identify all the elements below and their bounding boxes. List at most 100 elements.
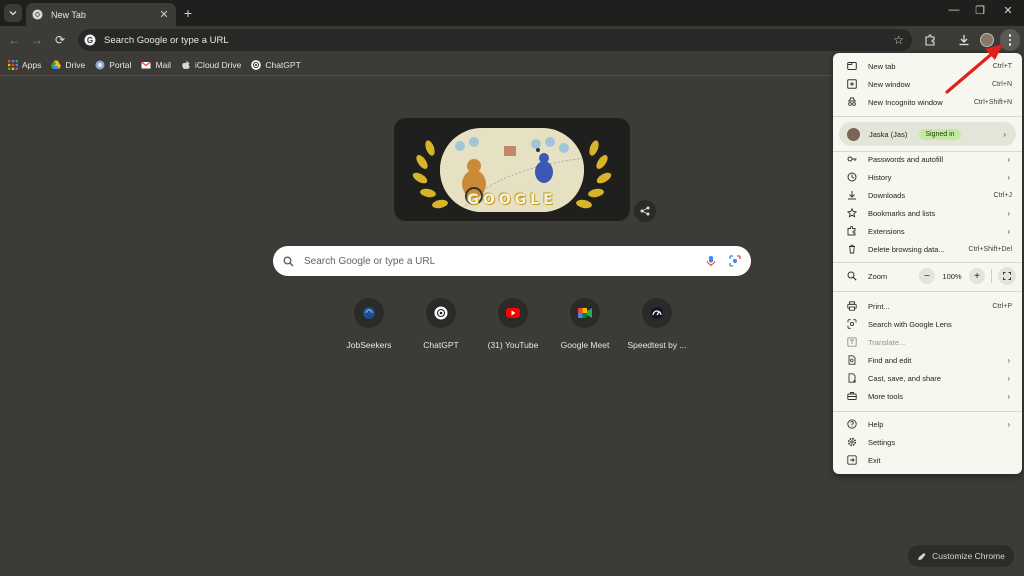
shortcut-jobseekers[interactable]: JobSeekers xyxy=(333,298,405,350)
kebab-menu-icon xyxy=(1008,34,1012,37)
close-window-button[interactable]: ✕ xyxy=(998,4,1018,17)
chevron-right-icon: › xyxy=(1007,208,1010,218)
pencil-icon xyxy=(918,552,926,560)
bookmark-portal[interactable]: Portal xyxy=(95,60,131,70)
chatgpt-icon xyxy=(251,59,262,70)
download-icon xyxy=(959,35,969,46)
restore-button[interactable]: ❐ xyxy=(970,4,990,17)
extension-icon xyxy=(847,226,856,236)
menu-item-delete-browsing-data[interactable]: Delete browsing data... Ctrl+Shift+Del xyxy=(833,240,1022,258)
doodle-share-button[interactable] xyxy=(634,200,656,222)
zoom-divider xyxy=(991,269,992,283)
zoom-out-button[interactable]: − xyxy=(919,268,935,284)
lens-icon xyxy=(847,319,857,329)
menu-item-help[interactable]: Help › xyxy=(833,415,1022,433)
chevron-down-icon xyxy=(9,11,17,16)
menu-item-exit[interactable]: Exit xyxy=(833,451,1022,469)
menu-item-google-lens[interactable]: Search with Google Lens xyxy=(833,315,1022,333)
downloads-button[interactable] xyxy=(956,32,972,48)
cast-icon xyxy=(848,373,856,383)
star-icon xyxy=(847,208,857,218)
ntp-search-box[interactable]: Search Google or type a URL xyxy=(273,246,751,276)
chevron-right-icon: › xyxy=(1007,419,1010,429)
bookmark-icloud-drive[interactable]: iCloud Drive xyxy=(181,60,241,70)
menu-item-cast-save-share[interactable]: Cast, save, and share › xyxy=(833,369,1022,387)
menu-item-new-window[interactable]: New window Ctrl+N xyxy=(833,75,1022,93)
shortcut-google-meet[interactable]: Google Meet xyxy=(549,298,621,350)
chevron-right-icon: › xyxy=(1003,129,1006,139)
menu-item-print[interactable]: Print... Ctrl+P xyxy=(833,297,1022,315)
menu-item-passwords[interactable]: Passwords and autofill › xyxy=(833,150,1022,168)
bookmark-star-icon[interactable]: ☆ xyxy=(893,33,904,47)
chrome-menu-button[interactable] xyxy=(1000,29,1020,51)
menu-item-new-tab[interactable]: New tab Ctrl+T xyxy=(833,57,1022,75)
menu-item-history[interactable]: History › xyxy=(833,168,1022,186)
shortcut-tiles: JobSeekers ChatGPT (31) YouTube Google M… xyxy=(333,298,693,350)
signed-in-badge: Signed in xyxy=(919,128,961,140)
bookmark-apps[interactable]: Apps xyxy=(8,59,41,70)
jobseekers-icon xyxy=(363,307,375,319)
search-icon xyxy=(283,256,294,267)
menu-item-settings[interactable]: Settings xyxy=(833,433,1022,451)
forward-button[interactable]: → xyxy=(28,31,46,49)
toolbar: ← → ⟳ G Search Google or type a URL ☆ xyxy=(0,26,1024,54)
extensions-button[interactable] xyxy=(922,32,938,48)
tab-new-tab[interactable]: New Tab ✕ xyxy=(26,3,176,26)
youtube-icon xyxy=(506,308,520,318)
bookmark-label: Portal xyxy=(109,59,132,70)
chrome-icon xyxy=(32,9,43,20)
avatar xyxy=(847,127,860,141)
menu-item-more-tools[interactable]: More tools › xyxy=(833,387,1022,405)
menu-item-extensions[interactable]: Extensions › xyxy=(833,222,1022,240)
profile-button[interactable] xyxy=(979,32,995,48)
ntp-search-placeholder: Search Google or type a URL xyxy=(304,255,436,267)
fullscreen-button[interactable] xyxy=(998,267,1016,285)
trash-icon xyxy=(849,244,855,254)
puzzle-icon xyxy=(925,34,935,46)
menu-item-downloads[interactable]: Downloads Ctrl+J xyxy=(833,186,1022,204)
back-button[interactable]: ← xyxy=(5,31,23,49)
customize-chrome-button[interactable]: Customize Chrome xyxy=(908,545,1014,567)
bookmark-chatgpt[interactable]: ChatGPT xyxy=(251,59,301,70)
new-tab-button[interactable]: + xyxy=(180,5,196,21)
shortcut-label: JobSeekers xyxy=(346,340,392,350)
shortcut-chatgpt[interactable]: ChatGPT xyxy=(405,298,477,350)
bookmark-label: Drive xyxy=(65,59,86,70)
chevron-right-icon: › xyxy=(1007,154,1010,164)
bookmark-mail[interactable]: Mail xyxy=(141,60,171,70)
address-bar[interactable]: G Search Google or type a URL ☆ xyxy=(78,29,912,51)
tab-title: New Tab xyxy=(51,9,86,20)
menu-divider xyxy=(833,411,1022,412)
tab-search-button[interactable] xyxy=(4,4,22,22)
menu-profile-row[interactable]: Jaska (Jas) Signed in › xyxy=(839,122,1016,146)
menu-item-find-and-edit[interactable]: Find and edit › xyxy=(833,351,1022,369)
bookmark-drive[interactable]: Drive xyxy=(51,60,85,70)
address-bar-text: Search Google or type a URL xyxy=(104,34,229,46)
svg-text:G: G xyxy=(87,36,93,45)
customize-chrome-label: Customize Chrome xyxy=(932,551,1005,561)
menu-divider xyxy=(833,291,1022,292)
exit-icon xyxy=(847,455,857,465)
download-icon xyxy=(848,191,856,200)
menu-item-bookmarks[interactable]: Bookmarks and lists › xyxy=(833,204,1022,222)
toolbox-icon xyxy=(847,392,857,400)
chatgpt-icon xyxy=(434,306,448,320)
key-icon xyxy=(847,156,857,162)
bookmark-label: iCloud Drive xyxy=(195,59,242,70)
chevron-right-icon: › xyxy=(1007,172,1010,182)
shortcut-youtube[interactable]: (31) YouTube xyxy=(477,298,549,350)
fullscreen-icon xyxy=(1003,272,1011,280)
profile-name: Jaska (Jas) xyxy=(869,129,908,139)
reload-button[interactable]: ⟳ xyxy=(51,31,69,49)
microphone-icon[interactable] xyxy=(705,255,717,267)
share-icon xyxy=(640,206,650,216)
minimize-button[interactable]: — xyxy=(944,4,964,16)
google-doodle[interactable]: GOOGLE xyxy=(394,118,630,221)
drive-icon xyxy=(51,60,62,69)
zoom-label: Zoom xyxy=(868,271,888,281)
google-lens-icon[interactable] xyxy=(729,255,741,267)
shortcut-speedtest[interactable]: Speedtest by ... xyxy=(621,298,693,350)
menu-item-new-incognito[interactable]: New Incognito window Ctrl+Shift+N xyxy=(833,93,1022,111)
zoom-in-button[interactable]: + xyxy=(969,268,985,284)
close-tab-icon[interactable]: ✕ xyxy=(158,8,170,21)
